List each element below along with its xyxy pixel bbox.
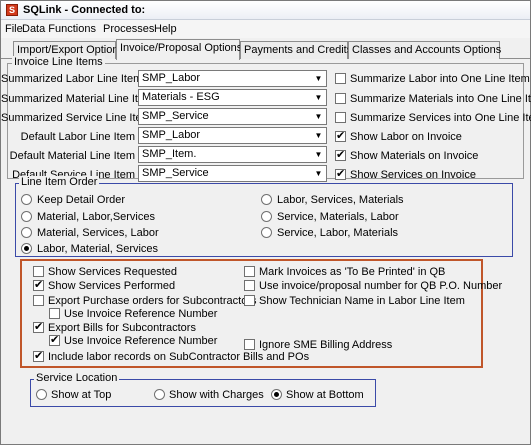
show-with-charges-label: Show with Charges: [169, 389, 264, 401]
service-materials-labor-label: Service, Materials, Labor: [277, 211, 399, 223]
default-material-value: SMP_Item.: [142, 148, 197, 160]
chevron-down-icon[interactable]: ▼: [311, 166, 326, 181]
export-bills-label: Export Bills for Subcontractors: [48, 322, 196, 334]
radio-show-at-top[interactable]: [36, 389, 47, 400]
summarized-service-label: Summarized Service Line Item: [1, 112, 151, 124]
default-material-label: Default Material Line Item: [9, 150, 135, 162]
show-technician-name-label: Show Technician Name in Labor Line Item: [259, 295, 465, 307]
show-labor-checkbox[interactable]: [335, 129, 346, 142]
summarize-labor-checkbox[interactable]: [335, 73, 346, 84]
show-technician-name-checkbox[interactable]: [244, 295, 255, 306]
radio-service-materials-labor[interactable]: [261, 211, 272, 222]
radio-labor-material-services[interactable]: [21, 243, 32, 254]
mark-to-be-printed-checkbox[interactable]: [244, 266, 255, 277]
export-purchase-orders-label: Export Purchase orders for Subcontractor…: [48, 295, 257, 307]
show-at-top-label: Show at Top: [51, 389, 112, 401]
default-labor-label: Default Labor Line Item: [20, 131, 135, 143]
tab-invoice-proposal-options[interactable]: Invoice/Proposal Options: [116, 39, 242, 60]
summarized-material-label: Summarized Material Line Item: [1, 93, 154, 105]
tab-classes-and-accounts-options[interactable]: Classes and Accounts Options: [348, 41, 501, 59]
sqlink-window: S SQLink - Connected to: File Data Funct…: [0, 0, 531, 445]
radio-show-with-charges[interactable]: [154, 389, 165, 400]
default-material-select[interactable]: SMP_Item. ▼: [138, 146, 327, 163]
ignore-sme-billing-label: Ignore SME Billing Address: [259, 339, 393, 351]
summarize-services-checkbox[interactable]: [335, 112, 346, 123]
show-labor-label: Show Labor on Invoice: [350, 131, 462, 143]
po-use-invoice-ref-checkbox[interactable]: [49, 308, 60, 319]
radio-show-at-bottom[interactable]: [271, 389, 282, 400]
show-services-performed-checkbox[interactable]: [33, 278, 44, 291]
include-labor-records-checkbox[interactable]: [33, 349, 44, 362]
keep-detail-order-label: Keep Detail Order: [37, 194, 126, 206]
show-services-checkbox[interactable]: [335, 167, 346, 180]
chevron-down-icon[interactable]: ▼: [311, 90, 326, 105]
service-labor-materials-label: Service, Labor, Materials: [277, 227, 399, 239]
menu-file[interactable]: File: [5, 23, 23, 35]
default-service-value: SMP_Service: [142, 167, 209, 179]
summarized-labor-label: Summarized Labor Line Item: [1, 73, 143, 85]
radio-service-labor-materials[interactable]: [261, 227, 272, 238]
service-location-title: Service Location: [34, 372, 120, 384]
menu-help[interactable]: Help: [154, 23, 177, 35]
app-icon: S: [6, 4, 18, 16]
summarized-service-select[interactable]: SMP_Service ▼: [138, 108, 327, 125]
show-services-requested-checkbox[interactable]: [33, 266, 44, 277]
material-services-labor-label: Material, Services, Labor: [37, 227, 159, 239]
summarize-services-label: Summarize Services into One Line Item: [350, 112, 531, 124]
labor-material-services-label: Labor, Material, Services: [37, 243, 159, 255]
default-labor-select[interactable]: SMP_Labor ▼: [138, 127, 327, 144]
chevron-down-icon[interactable]: ▼: [311, 128, 326, 143]
menu-processes[interactable]: Processes: [103, 23, 154, 35]
mark-to-be-printed-label: Mark Invoices as 'To Be Printed' in QB: [259, 266, 446, 278]
menu-bar: File Data Functions Processes Help: [1, 20, 530, 38]
ignore-sme-billing-checkbox[interactable]: [244, 339, 255, 350]
invoice-line-items-title: Invoice Line Items: [12, 56, 105, 68]
default-labor-value: SMP_Labor: [142, 129, 201, 141]
show-services-performed-label: Show Services Performed: [48, 280, 176, 292]
window-title: SQLink - Connected to:: [23, 4, 146, 16]
use-invoice-number-po-label: Use invoice/proposal number for QB P.O. …: [259, 280, 503, 292]
line-item-order-title: Line Item Order: [19, 176, 100, 188]
show-services-requested-label: Show Services Requested: [48, 266, 178, 278]
export-bills-checkbox[interactable]: [33, 320, 44, 333]
export-purchase-orders-checkbox[interactable]: [33, 295, 44, 306]
summarized-material-value: Materials - ESG: [142, 91, 220, 103]
show-materials-checkbox[interactable]: [335, 148, 346, 161]
radio-material-labor-services[interactable]: [21, 211, 32, 222]
show-materials-label: Show Materials on Invoice: [350, 150, 479, 162]
po-use-invoice-ref-label: Use Invoice Reference Number: [64, 308, 218, 320]
include-labor-records-label: Include labor records on SubContractor B…: [48, 351, 310, 363]
summarize-materials-checkbox[interactable]: [335, 93, 346, 104]
show-at-bottom-label: Show at Bottom: [286, 389, 364, 401]
tab-payments-and-credits[interactable]: Payments and Credits: [240, 41, 352, 59]
chevron-down-icon[interactable]: ▼: [311, 109, 326, 124]
radio-material-services-labor[interactable]: [21, 227, 32, 238]
show-services-label: Show Services on Invoice: [350, 169, 476, 181]
bills-use-invoice-ref-label: Use Invoice Reference Number: [64, 335, 218, 347]
summarized-labor-select[interactable]: SMP_Labor ▼: [138, 70, 327, 87]
summarize-materials-label: Summarize Materials into One Line Item: [350, 93, 531, 105]
chevron-down-icon[interactable]: ▼: [311, 147, 326, 162]
summarized-service-value: SMP_Service: [142, 110, 209, 122]
summarized-labor-value: SMP_Labor: [142, 72, 201, 84]
use-invoice-number-po-checkbox[interactable]: [244, 280, 255, 291]
menu-data-functions[interactable]: Data Functions: [22, 23, 96, 35]
title-bar: S SQLink - Connected to:: [1, 1, 530, 20]
chevron-down-icon[interactable]: ▼: [311, 71, 326, 86]
material-labor-services-label: Material, Labor,Services: [37, 211, 155, 223]
summarize-labor-label: Summarize Labor into One Line Item: [350, 73, 530, 85]
default-service-select[interactable]: SMP_Service ▼: [138, 165, 327, 182]
radio-labor-services-materials[interactable]: [261, 194, 272, 205]
radio-keep-detail-order[interactable]: [21, 194, 32, 205]
summarized-material-select[interactable]: Materials - ESG ▼: [138, 89, 327, 106]
labor-services-materials-label: Labor, Services, Materials: [277, 194, 404, 206]
bills-use-invoice-ref-checkbox[interactable]: [49, 333, 60, 346]
